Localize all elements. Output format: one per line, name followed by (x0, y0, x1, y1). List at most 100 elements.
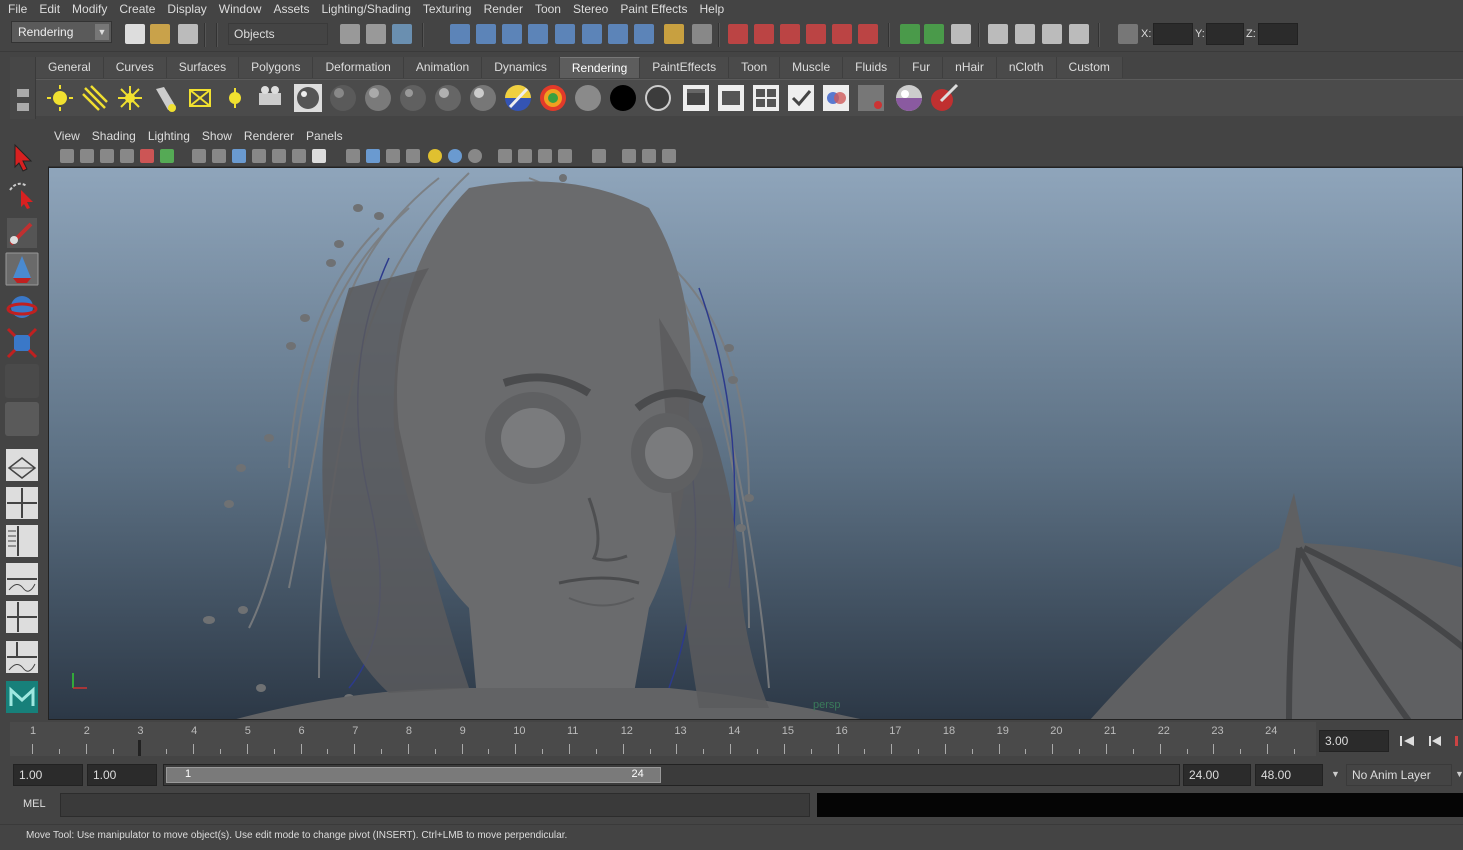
xray-mode-icon[interactable] (622, 149, 636, 163)
shelf-tab-custom[interactable]: Custom (1056, 57, 1123, 78)
x-input[interactable] (1153, 23, 1193, 45)
z-input[interactable] (1258, 23, 1298, 45)
open-scene-icon[interactable] (150, 24, 170, 44)
show-attribute-editor-icon[interactable] (924, 24, 944, 44)
textured-icon[interactable] (406, 149, 420, 163)
hypershade-icon[interactable] (806, 24, 826, 44)
phong-shader-icon[interactable] (363, 83, 393, 113)
wireframe-icon[interactable] (346, 149, 360, 163)
smooth-shade-icon[interactable] (366, 149, 380, 163)
mental-ray-icon[interactable] (894, 83, 924, 113)
render-current-frame-shelf-icon[interactable] (681, 83, 711, 113)
make-live-icon[interactable] (555, 24, 575, 44)
go-to-start-icon[interactable] (1398, 733, 1416, 749)
menu-assets[interactable]: Assets (269, 0, 317, 18)
selection-mode-field[interactable]: Objects (228, 23, 328, 45)
xray-icon[interactable] (468, 149, 482, 163)
select-tool-icon[interactable] (5, 140, 39, 174)
ambient-occlusion-icon[interactable] (538, 149, 552, 163)
grid-icon[interactable] (192, 149, 206, 163)
menu-file[interactable]: File (4, 0, 35, 18)
menu-paint-effects[interactable]: Paint Effects (616, 0, 695, 18)
render-region-icon[interactable] (832, 24, 852, 44)
shelf-tab-painteffects[interactable]: PaintEffects (640, 57, 730, 78)
input-output-icon[interactable] (608, 24, 628, 44)
shelf-editor-icon[interactable] (17, 89, 29, 97)
shelf-tab-curves[interactable]: Curves (103, 57, 167, 78)
point-light-icon[interactable] (115, 83, 145, 113)
last-tool-slot[interactable] (5, 364, 39, 398)
menu-edit[interactable]: Edit (35, 0, 68, 18)
blinn-shader-icon[interactable] (293, 83, 323, 113)
shelf-tab-fluids[interactable]: Fluids (843, 57, 901, 78)
range-slider[interactable]: 1 24 (163, 764, 1180, 786)
anim-layer-dropdown[interactable]: No Anim Layer (1346, 764, 1452, 786)
shelf-tab-nhair[interactable]: nHair (943, 57, 997, 78)
shelf-tab-deformation[interactable]: Deformation (313, 57, 404, 78)
shelf-tab-toon[interactable]: Toon (729, 57, 781, 78)
current-time-field[interactable]: 3.00 (1319, 730, 1389, 752)
show-manipulator-slot[interactable] (5, 402, 39, 436)
panel-menu-renderer[interactable]: Renderer (244, 129, 302, 143)
hypershade-layout-icon[interactable] (5, 600, 39, 634)
camera-icon[interactable] (255, 83, 285, 113)
select-by-hierarchy-icon[interactable] (340, 24, 360, 44)
y-input[interactable] (1206, 23, 1244, 45)
snap-grid-icon[interactable] (450, 24, 470, 44)
panel-menu-panels[interactable]: Panels (306, 129, 351, 143)
layout-four-icon[interactable] (1015, 24, 1035, 44)
menu-window[interactable]: Window (215, 0, 270, 18)
current-frame-marker[interactable] (138, 740, 142, 756)
use-all-lights-icon[interactable] (428, 149, 442, 163)
show-modeling-toolkit-icon[interactable] (900, 24, 920, 44)
new-scene-icon[interactable] (125, 24, 145, 44)
menu-lighting-shading[interactable]: Lighting/Shading (317, 0, 418, 18)
default-material-icon[interactable] (642, 149, 656, 163)
paint-effects-shader-icon[interactable] (929, 83, 959, 113)
directional-light-icon[interactable] (80, 83, 110, 113)
shelf-tab-polygons[interactable]: Polygons (239, 57, 314, 78)
color-ramp-shader-icon[interactable] (538, 83, 568, 113)
perspective-viewport[interactable]: persp (48, 167, 1463, 720)
ramp-shader-icon[interactable] (503, 83, 533, 113)
resolution-gate-icon[interactable] (232, 149, 246, 163)
single-perspective-layout-icon[interactable] (5, 448, 39, 482)
paint-select-tool-icon[interactable] (5, 216, 39, 250)
menu-set-dropdown[interactable]: Rendering ▼ (11, 21, 112, 43)
motion-blur-icon[interactable] (558, 149, 572, 163)
step-back-key-icon[interactable] (1452, 733, 1463, 749)
layout-persp-graph-icon[interactable] (1069, 24, 1089, 44)
safe-title-icon[interactable] (312, 149, 326, 163)
shelf-tab-fur[interactable]: Fur (900, 57, 944, 78)
batch-render-icon[interactable] (751, 83, 781, 113)
shelf-menu-icon[interactable] (17, 103, 29, 111)
save-scene-icon[interactable] (178, 24, 198, 44)
isolate-select-icon[interactable] (592, 149, 606, 163)
safe-action-icon[interactable] (292, 149, 306, 163)
shading-map-icon[interactable] (643, 83, 673, 113)
phong-e-shader-icon[interactable] (398, 83, 428, 113)
animation-end-field[interactable]: 48.00 (1255, 764, 1323, 786)
two-d-pan-zoom-icon[interactable] (140, 149, 154, 163)
menu-texturing[interactable]: Texturing (419, 0, 480, 18)
lasso-tool-icon[interactable] (5, 178, 39, 212)
render-view-icon[interactable] (858, 24, 878, 44)
snap-surface-icon[interactable] (582, 24, 602, 44)
render-settings-shelf-icon[interactable] (786, 83, 816, 113)
ipr-render-icon[interactable] (754, 24, 774, 44)
menu-render[interactable]: Render (480, 0, 531, 18)
bookmarks-icon[interactable] (100, 149, 114, 163)
xray-components-icon[interactable] (518, 149, 532, 163)
shelf-tab-rendering[interactable]: Rendering (559, 57, 641, 78)
image-plane-icon[interactable] (120, 149, 134, 163)
panel-menu-show[interactable]: Show (202, 129, 240, 143)
show-tool-settings-icon[interactable] (951, 24, 971, 44)
layout-single-icon[interactable] (988, 24, 1008, 44)
lock-icon[interactable] (664, 24, 684, 44)
menu-help[interactable]: Help (696, 0, 733, 18)
playback-start-field[interactable]: 1.00 (87, 764, 157, 786)
use-background-shader-icon[interactable] (608, 83, 638, 113)
chevron-down-icon[interactable]: ▼ (1331, 769, 1340, 779)
render-settings-icon[interactable] (780, 24, 800, 44)
field-chart-icon[interactable] (272, 149, 286, 163)
